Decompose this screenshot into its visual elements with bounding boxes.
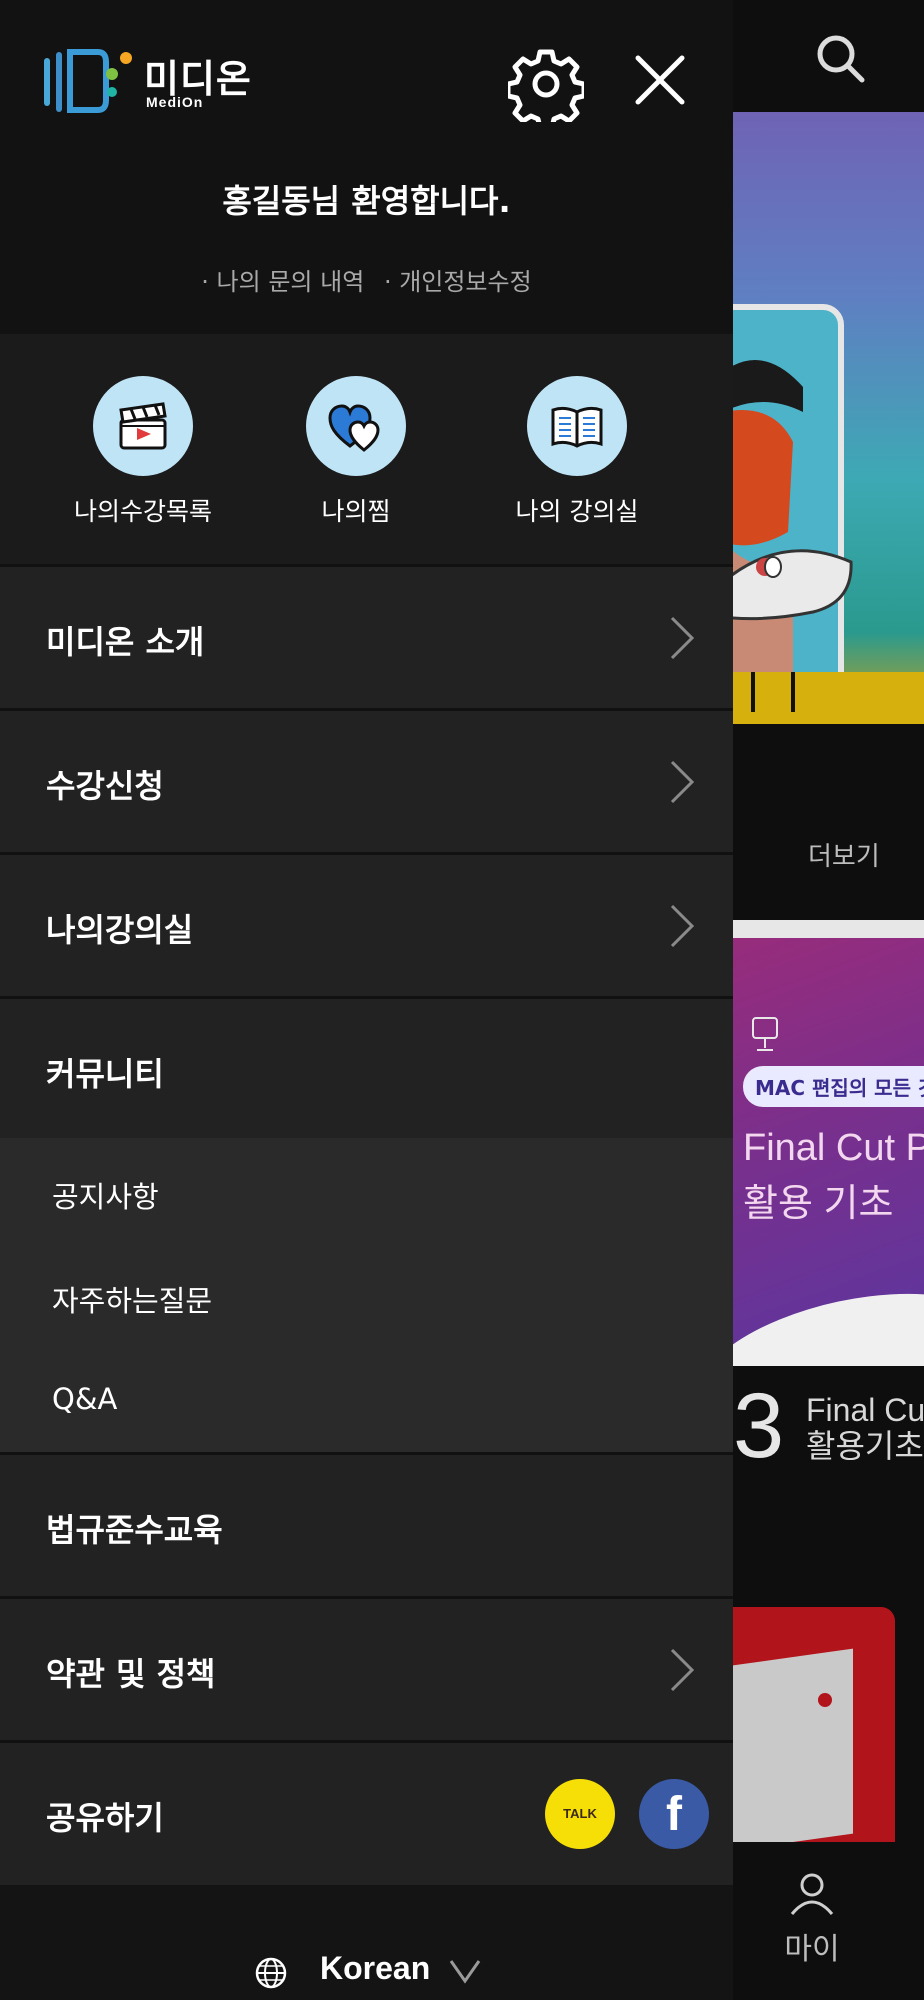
language-label: Korean: [320, 1950, 431, 1986]
heart-icon: [328, 404, 380, 452]
menu-label: 나의강의실: [46, 911, 194, 949]
chevron-right-icon: [670, 760, 695, 804]
rank-number: 3: [733, 1375, 785, 1477]
quick-my-courses[interactable]: 나의수강목록: [43, 376, 243, 528]
chevron-down-icon: [449, 1960, 481, 1984]
facebook-share-button[interactable]: f: [639, 1779, 709, 1849]
menu-community[interactable]: 커뮤니티: [0, 996, 733, 1141]
user-icon: [790, 1873, 834, 1915]
drawer-header: 미디온 MediOn 홍길동님 환영합니다. · 나의 문의 내역 · 개인정보…: [0, 0, 733, 334]
community-submenu: 공지사항 자주하는질문 Q&A: [0, 1138, 733, 1454]
course-name-line1: Final Cut: [806, 1392, 924, 1428]
clapperboard-icon: [119, 402, 167, 450]
chevron-right-icon: [670, 904, 695, 948]
banner-illustration: [733, 304, 924, 724]
menu-label: 공유하기: [46, 1799, 164, 1837]
promo-banner[interactable]: [733, 112, 924, 724]
close-icon[interactable]: [632, 52, 688, 108]
quick-label: 나의찜: [321, 497, 391, 526]
language-selector[interactable]: Korean: [0, 1950, 733, 2000]
submenu-faq[interactable]: 자주하는질문: [52, 1278, 212, 1320]
menu-enroll[interactable]: 수강신청: [0, 708, 733, 853]
account-links: · 나의 문의 내역 · 개인정보수정: [0, 262, 733, 297]
menu-compliance[interactable]: 법규준수교육: [0, 1452, 733, 1597]
side-drawer: 미디온 MediOn 홍길동님 환영합니다. · 나의 문의 내역 · 개인정보…: [0, 0, 733, 2000]
edit-profile-link[interactable]: · 개인정보수정: [384, 268, 532, 296]
more-link[interactable]: 더보기: [808, 836, 880, 873]
my-inquiry-link[interactable]: · 나의 문의 내역: [201, 268, 364, 296]
course-title-line2: 활용 기초: [743, 1183, 894, 1225]
menu-label: 수강신청: [46, 767, 164, 805]
menu-label: 약관 및 정책: [46, 1655, 216, 1693]
quick-label: 나의수강목록: [73, 497, 212, 526]
submenu-notice[interactable]: 공지사항: [52, 1174, 159, 1216]
course-title: Final Cut Pro X 활용 기초: [743, 1120, 924, 1232]
quick-circle: [527, 376, 627, 476]
globe-icon: [255, 1957, 287, 1989]
card-dot: [818, 1693, 832, 1707]
search-icon[interactable]: [812, 30, 868, 86]
course-tag: MAC 편집의 모든 것: [743, 1066, 924, 1107]
menu-terms[interactable]: 약관 및 정책: [0, 1596, 733, 1741]
gear-icon[interactable]: [508, 46, 584, 122]
chevron-right-icon: [670, 1648, 695, 1692]
quick-circle: [306, 376, 406, 476]
medion-logo[interactable]: 미디온 MediOn: [40, 44, 260, 120]
facebook-icon: f: [666, 1788, 682, 1841]
menu-label: 법규준수교육: [46, 1511, 223, 1549]
quick-wishlist[interactable]: 나의찜: [256, 376, 456, 528]
card-illustration: [733, 1648, 853, 1842]
course-name[interactable]: Final Cut 활용기초: [806, 1392, 924, 1464]
menu-share: 공유하기 TALK f: [0, 1740, 733, 1885]
logo-subtext: MediOn: [146, 94, 204, 110]
menu-label: 커뮤니티: [46, 1055, 164, 1093]
course-title-line1: Final Cut Pro X: [743, 1127, 924, 1169]
menu-about[interactable]: 미디온 소개: [0, 564, 733, 709]
kakaotalk-icon: TALK: [563, 1806, 597, 1821]
quick-menu: 나의수강목록 나의찜 나의 강의실: [0, 334, 733, 564]
quick-my-classroom[interactable]: 나의 강의실: [477, 376, 677, 528]
course-thumbnail[interactable]: MAC 편집의 모든 것 Final Cut Pro X 활용 기초: [733, 920, 924, 1366]
quick-circle: [93, 376, 193, 476]
monitor-icon: [752, 1017, 778, 1051]
course-card[interactable]: [733, 1607, 895, 1842]
kakaotalk-share-button[interactable]: TALK: [545, 1779, 615, 1849]
submenu-qna[interactable]: Q&A: [52, 1382, 117, 1416]
book-icon: [551, 406, 603, 448]
thumbnail-strip: [733, 920, 924, 938]
welcome-message: 홍길동님 환영합니다.: [222, 182, 511, 220]
course-name-line2: 활용기초: [806, 1428, 924, 1464]
decorative-swoosh: [733, 1268, 924, 1366]
bottom-nav-my[interactable]: 마이: [772, 1870, 852, 1968]
logo-mark-icon: [44, 49, 132, 113]
menu-label: 미디온 소개: [46, 623, 205, 661]
menu-my-classroom[interactable]: 나의강의실: [0, 852, 733, 997]
quick-label: 나의 강의실: [515, 497, 639, 526]
chevron-right-icon: [670, 616, 695, 660]
bottom-nav-my-label: 마이: [784, 1932, 840, 1967]
